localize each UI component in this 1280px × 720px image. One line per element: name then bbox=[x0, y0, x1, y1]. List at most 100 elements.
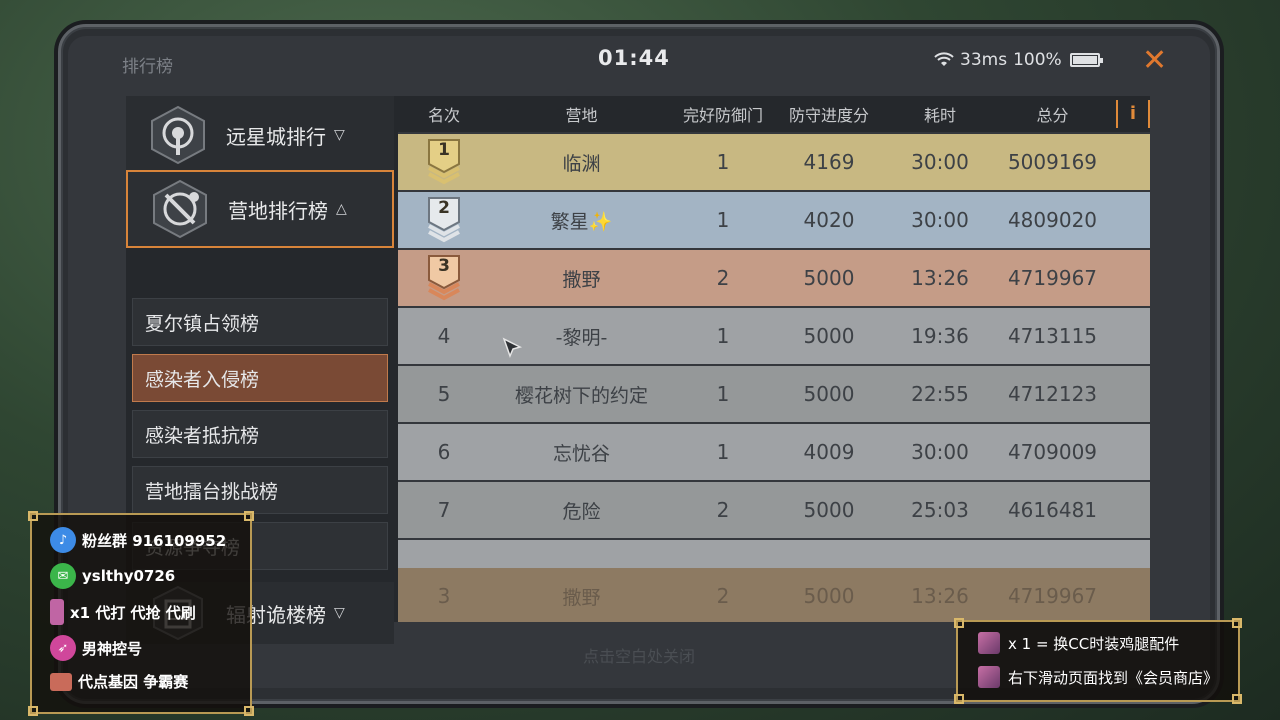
camp-name: 樱花树下的约定 bbox=[514, 384, 648, 407]
column-header-camp: 营地 bbox=[565, 106, 598, 125]
table-row[interactable]: 2 繁星✨ 1 4020 30:00 4809020 bbox=[398, 192, 1150, 248]
camp-name: 忘忧谷 bbox=[552, 442, 610, 465]
progress-value: 5000 bbox=[803, 382, 855, 406]
time-value: 30:00 bbox=[911, 440, 969, 464]
clock: 01:44 bbox=[598, 46, 670, 70]
table-row[interactable]: 6 忘忧谷 1 4009 30:00 4709009 bbox=[398, 424, 1150, 480]
category-yuanxingcheng[interactable]: 远星城排行 ▽ bbox=[126, 96, 394, 174]
time-value: 13:26 bbox=[911, 266, 969, 290]
table-row[interactable]: 1 临渊 1 4169 30:00 5009169 bbox=[398, 134, 1150, 190]
total-value: 4709009 bbox=[1007, 440, 1098, 464]
table-row[interactable]: 5 樱花树下的约定 1 5000 22:55 4712123 bbox=[398, 366, 1150, 422]
sub-item-xiaerzhen[interactable]: 夏尔镇占领榜 bbox=[132, 298, 388, 346]
time-value: 19:36 bbox=[911, 324, 969, 348]
progress-value: 4009 bbox=[803, 440, 855, 464]
bronze-rank-badge-icon: 3 bbox=[423, 254, 465, 302]
doors-value: 1 bbox=[716, 150, 730, 174]
rank-number: 1 bbox=[438, 140, 450, 160]
table-row[interactable]: 7 危险 2 5000 25:03 4616481 bbox=[398, 482, 1150, 538]
rank-number: 4 bbox=[437, 324, 451, 348]
chevron-down-icon: ▽ bbox=[334, 127, 345, 143]
account-line: ➶ 男神控号 bbox=[50, 635, 142, 661]
sub-item-infection-resistance[interactable]: 感染者抵抗榜 bbox=[132, 410, 388, 458]
battery-icon bbox=[1069, 53, 1103, 67]
doors-value: 1 bbox=[716, 440, 730, 464]
my-camp-row[interactable]: 3 撒野 2 5000 13:26 4719967 bbox=[398, 568, 1150, 622]
time-value: 30:00 bbox=[911, 208, 969, 232]
close-button[interactable]: ✕ bbox=[1142, 46, 1167, 76]
chevron-up-icon: △ bbox=[336, 201, 347, 217]
rocket-icon: ➶ bbox=[50, 635, 76, 661]
table-row[interactable]: 3 撒野 2 5000 13:26 4719967 bbox=[398, 250, 1150, 306]
category-camp[interactable]: 营地排行榜 △ bbox=[126, 170, 394, 248]
latency-text: 33ms bbox=[960, 50, 1008, 70]
gene-icon bbox=[50, 672, 72, 691]
stream-info-panel: ♪ 粉丝群 916109952 ✉ yslthy0726 x1 代打 代抢 代刷… bbox=[28, 511, 254, 716]
total-value: 4712123 bbox=[1007, 382, 1098, 406]
camp-name: 撒野 bbox=[562, 268, 601, 291]
column-header-progress: 防守进度分 bbox=[788, 106, 869, 125]
progress-value: 5000 bbox=[803, 266, 855, 290]
total-value: 4616481 bbox=[1007, 498, 1098, 522]
camp-name: 危险 bbox=[562, 500, 601, 523]
column-header-total: 总分 bbox=[1036, 106, 1069, 125]
doors-value: 2 bbox=[716, 498, 730, 522]
stream-notice-panel: x 1 = 换CC时装鸡腿配件 右下滑动页面找到《会员商店》 bbox=[954, 618, 1242, 704]
notice-line-2: 右下滑动页面找到《会员商店》 bbox=[978, 666, 1218, 688]
camp-name: 临渊 bbox=[562, 152, 601, 175]
column-header-rank: 名次 bbox=[427, 106, 460, 125]
rank-number: 5 bbox=[437, 382, 451, 406]
window-title: 排行榜 bbox=[122, 57, 173, 77]
ranking-table: 名次 营地 完好防御门 防守进度分 耗时 总分 i 1 临渊 1 4169 30… bbox=[398, 96, 1150, 622]
time-value: 13:26 bbox=[911, 584, 969, 608]
silver-rank-badge-icon: 2 bbox=[423, 196, 465, 244]
rank-number: 2 bbox=[438, 198, 450, 218]
battery-fill bbox=[1072, 56, 1097, 64]
doors-value: 2 bbox=[716, 266, 730, 290]
notice-line-1: x 1 = 换CC时装鸡腿配件 bbox=[978, 632, 1179, 654]
column-header-doors: 完好防御门 bbox=[682, 106, 763, 125]
total-value: 4719967 bbox=[1007, 266, 1098, 290]
qq-icon: ♪ bbox=[50, 527, 76, 553]
sub-item-arena-challenge[interactable]: 营地擂台挑战榜 bbox=[132, 466, 388, 514]
gift-icon bbox=[978, 632, 1000, 654]
info-icon[interactable]: i bbox=[1116, 100, 1150, 128]
sub-item-infection-invasion[interactable]: 感染者入侵榜 bbox=[132, 354, 388, 402]
rank-number: 3 bbox=[437, 584, 451, 608]
category-label: 远星城排行 bbox=[226, 124, 326, 149]
gift-icon bbox=[978, 666, 1000, 688]
time-value: 25:03 bbox=[911, 498, 969, 522]
progress-value: 5000 bbox=[803, 324, 855, 348]
total-value: 4809020 bbox=[1007, 208, 1098, 232]
camp-name: 撒野 bbox=[562, 586, 601, 609]
progress-value: 4169 bbox=[803, 150, 855, 174]
rank-number: 3 bbox=[438, 256, 450, 276]
time-value: 30:00 bbox=[911, 150, 969, 174]
rank-number: 6 bbox=[437, 440, 451, 464]
time-value: 22:55 bbox=[911, 382, 969, 406]
battery-text: 100% bbox=[1013, 50, 1062, 70]
doors-value: 1 bbox=[716, 382, 730, 406]
doors-value: 1 bbox=[716, 324, 730, 348]
rank-number: 7 bbox=[437, 498, 451, 522]
wechat-icon: ✉ bbox=[50, 563, 76, 589]
column-header-time: 耗时 bbox=[923, 106, 956, 125]
doors-value: 1 bbox=[716, 208, 730, 232]
doors-value: 2 bbox=[716, 584, 730, 608]
table-row-partial bbox=[398, 540, 1150, 570]
gold-rank-badge-icon: 1 bbox=[423, 138, 465, 186]
camp-name: 繁星✨ bbox=[550, 210, 613, 233]
chevron-down-icon: ▽ bbox=[334, 605, 345, 621]
service-line: x1 代打 代抢 代刷 bbox=[50, 599, 196, 625]
table-header: 名次 营地 完好防御门 防守进度分 耗时 总分 i bbox=[398, 96, 1150, 132]
fan-group-line: ♪ 粉丝群 916109952 bbox=[50, 527, 226, 553]
wechat-line: ✉ yslthy0726 bbox=[50, 563, 175, 589]
event-line: 代点基因 争霸赛 bbox=[50, 671, 188, 692]
progress-value: 4020 bbox=[803, 208, 855, 232]
status-bar: 33ms 100% bbox=[934, 50, 1103, 70]
progress-value: 5000 bbox=[803, 584, 855, 608]
target-emblem-icon bbox=[144, 101, 212, 169]
total-value: 5009169 bbox=[1007, 150, 1098, 174]
progress-value: 5000 bbox=[803, 498, 855, 522]
item-icon bbox=[50, 599, 64, 625]
